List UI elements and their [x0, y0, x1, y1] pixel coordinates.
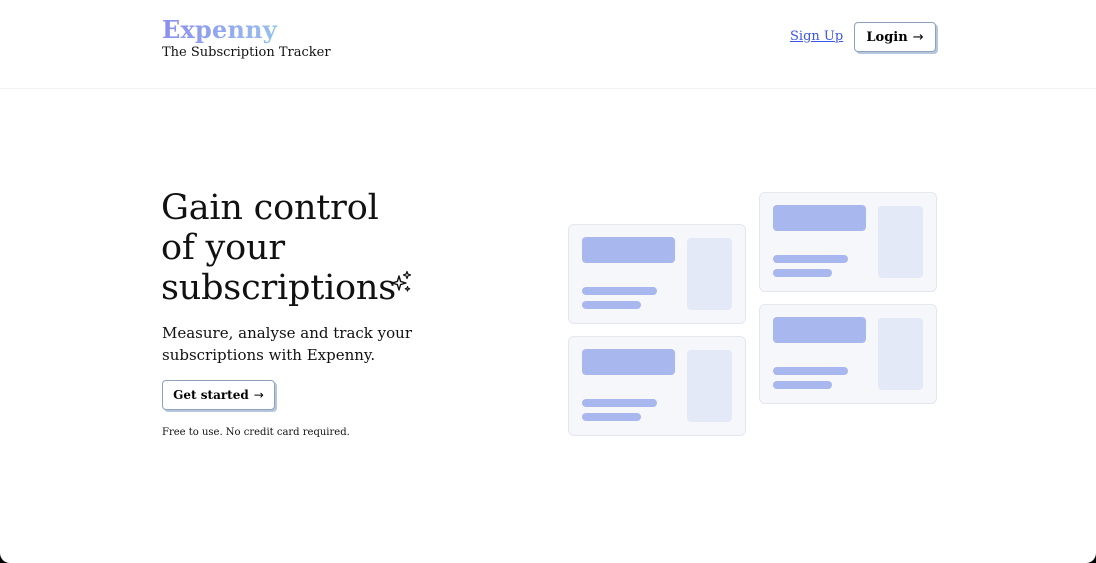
placeholder-bar: [582, 237, 675, 263]
arrow-right-icon: →: [253, 388, 264, 402]
placeholder-bar: [773, 367, 848, 375]
signup-link[interactable]: Sign Up: [790, 29, 843, 45]
placeholder-block: [687, 238, 732, 310]
placeholder-bar: [582, 349, 675, 375]
cta-note: Free to use. No credit card required.: [162, 427, 350, 438]
arrow-right-icon: →: [912, 29, 924, 45]
hero-title-line: Gain control: [161, 188, 379, 228]
hero-title-line: of your: [161, 228, 285, 268]
hero-title: Gain control of your subscriptions: [161, 188, 396, 308]
placeholder-bar: [773, 317, 866, 343]
placeholder-card: [759, 192, 937, 292]
placeholder-block: [687, 350, 732, 422]
placeholder-block: [878, 318, 923, 390]
brand[interactable]: Expenny The Subscription Tracker: [162, 16, 331, 61]
login-button[interactable]: Login →: [854, 22, 936, 52]
placeholder-bar: [582, 287, 657, 295]
brand-logo-text[interactable]: Expenny: [162, 16, 331, 44]
sparkle-icon: [391, 270, 412, 292]
placeholder-card: [568, 336, 746, 436]
placeholder-bar: [582, 399, 657, 407]
placeholder-bar: [773, 205, 866, 231]
hero-subtitle: Measure, analyse and track your subscrip…: [162, 324, 412, 364]
login-button-label: Login: [866, 29, 908, 45]
placeholder-block: [878, 206, 923, 278]
get-started-label: Get started: [173, 388, 249, 402]
placeholder-bar: [773, 381, 832, 389]
get-started-button[interactable]: Get started →: [162, 380, 275, 410]
brand-tagline: The Subscription Tracker: [162, 45, 331, 60]
site-header: Expenny The Subscription Tracker Sign Up…: [0, 0, 1096, 89]
placeholder-bar: [582, 301, 641, 309]
placeholder-card: [568, 224, 746, 324]
placeholder-bar: [582, 413, 641, 421]
hero-title-line: subscriptions: [161, 268, 397, 308]
placeholder-bar: [773, 269, 832, 277]
placeholder-bar: [773, 255, 848, 263]
landing-page: Expenny The Subscription Tracker Sign Up…: [0, 0, 1096, 563]
placeholder-card: [759, 304, 937, 404]
